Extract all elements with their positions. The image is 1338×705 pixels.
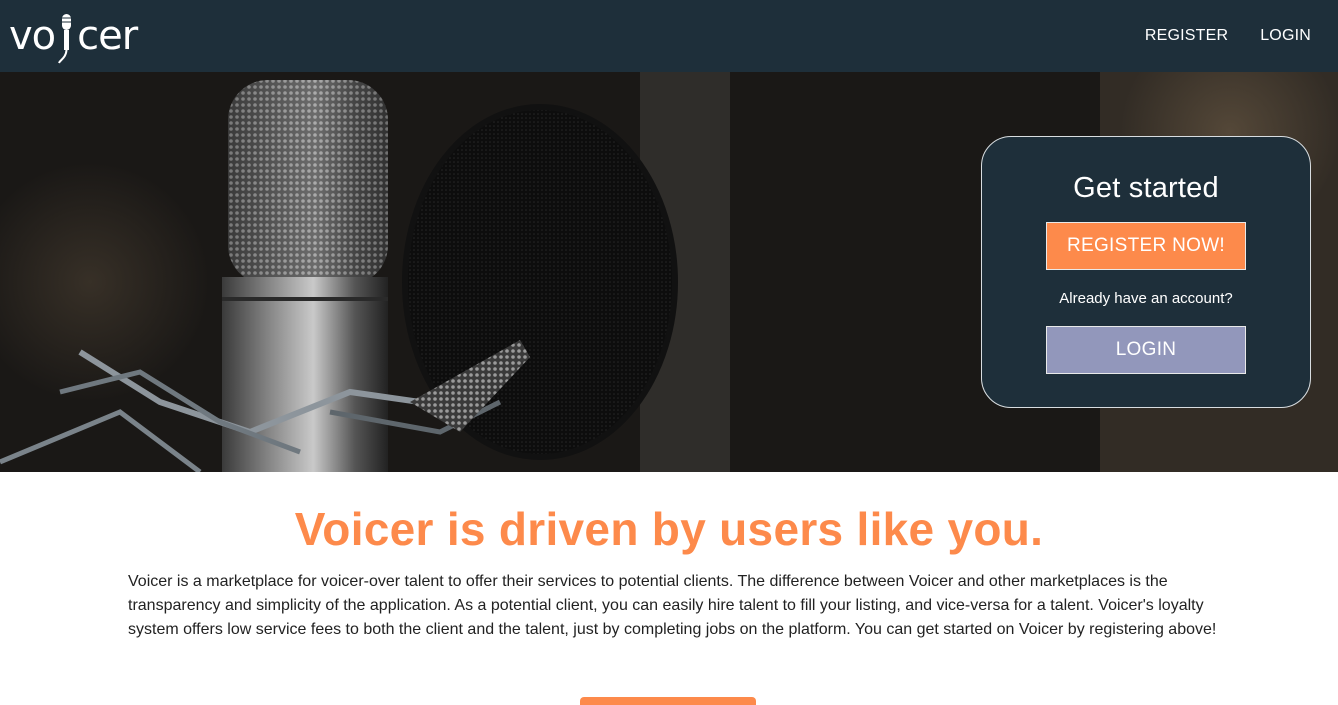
get-started-card: Get started REGISTER NOW! Already have a… [981,136,1311,408]
logo-wordmark: vo cer [9,8,138,64]
login-button[interactable]: LOGIN [1046,326,1246,374]
bottom-cta-button[interactable] [580,697,756,705]
register-now-button[interactable]: REGISTER NOW! [1046,222,1246,270]
hero-banner: Get started REGISTER NOW! Already have a… [0,72,1338,472]
logo-text-left: vo [9,13,56,59]
about-headline: Voicer is driven by users like you. [294,503,1044,555]
voicer-logo[interactable]: vo cer [9,0,138,72]
about-paragraph: Voicer is a marketplace for voicer-over … [128,573,1217,638]
nav-links: REGISTER LOGIN [1145,27,1311,45]
nav-register-link[interactable]: REGISTER [1145,27,1228,45]
microphone-icon [58,14,72,64]
already-have-account-text: Already have an account? [1059,290,1233,307]
top-navbar: vo cer REGISTER LOGIN [0,0,1338,72]
logo-text-right: cer [77,13,138,59]
card-title: Get started [1073,172,1219,204]
nav-login-link[interactable]: LOGIN [1260,27,1311,45]
